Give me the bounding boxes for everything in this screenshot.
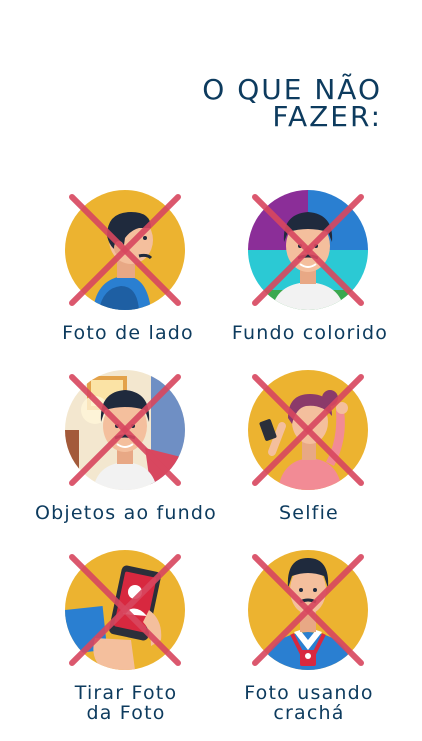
item-label: Selfie <box>204 503 414 523</box>
item-label-line: crachá <box>273 702 345 724</box>
cross-icon <box>252 554 364 666</box>
item-label-line: Foto usando <box>244 682 374 704</box>
item-label: Objetos ao fundo <box>21 503 231 523</box>
item-label: Fundo colorido <box>205 323 415 343</box>
cross-icon <box>69 194 181 306</box>
item-label-line: Fundo colorido <box>231 322 389 344</box>
page-title-line-2: FAZER: <box>272 100 382 133</box>
page-title-line-1: O QUE NÃO <box>202 73 382 106</box>
item-label: Foto usando crachá <box>204 683 414 723</box>
item-label-line: Foto de lado <box>62 322 194 344</box>
item-label-line: Selfie <box>279 502 339 524</box>
item-label-line: da Foto <box>86 702 166 724</box>
item-label-line: Tirar Foto <box>74 682 178 704</box>
cross-icon <box>69 554 181 666</box>
item-label: Tirar Foto da Foto <box>21 683 231 723</box>
page-title: O QUE NÃO FAZER: <box>202 73 382 133</box>
cross-icon <box>252 374 364 486</box>
cross-icon <box>252 194 364 306</box>
item-label-line: Objetos ao fundo <box>35 502 217 524</box>
cross-icon <box>69 374 181 486</box>
item-label: Foto de lado <box>23 323 233 343</box>
